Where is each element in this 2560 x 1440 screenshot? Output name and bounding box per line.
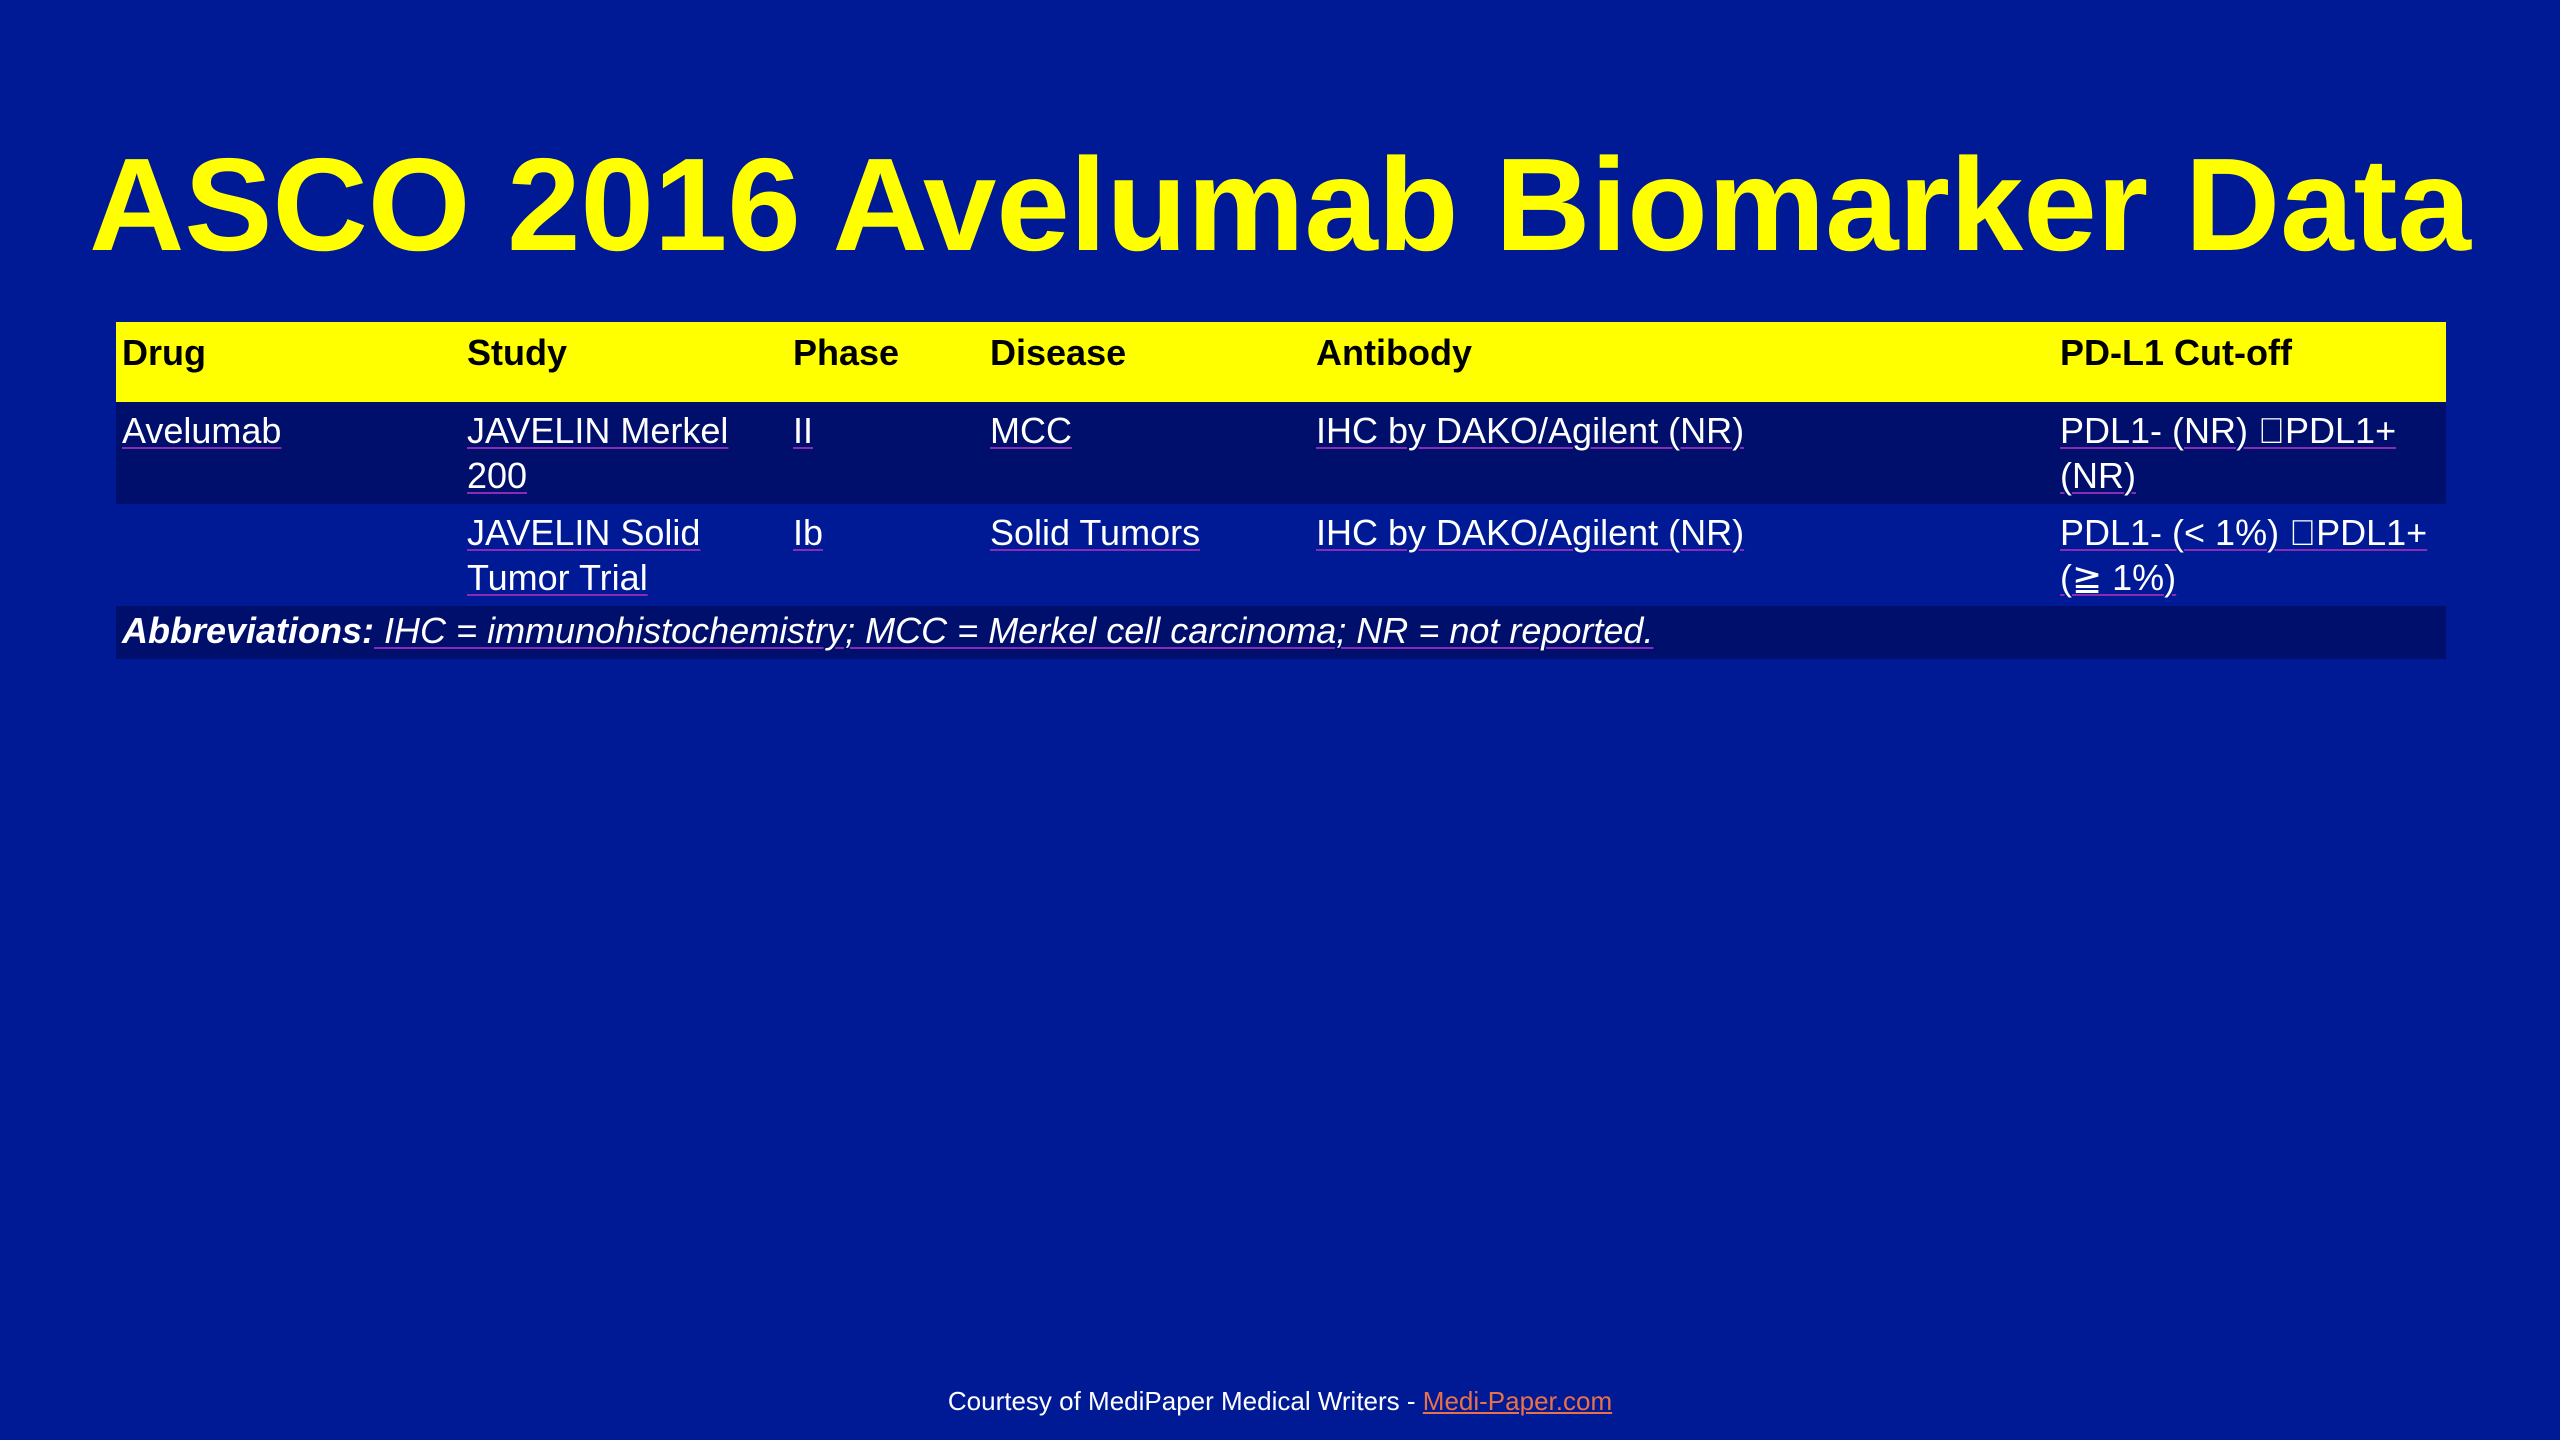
cell-text: JAVELIN Merkel 200	[467, 410, 729, 496]
table-row: JAVELIN Solid Tumor Trial Ib Solid Tumor…	[116, 504, 2446, 606]
cell-antibody: IHC by DAKO/Agilent (NR)	[1310, 504, 2054, 606]
cell-pdl1-cutoff: PDL1- (< 1%) PDL1+ (≧ 1%)	[2054, 504, 2446, 606]
cell-text: PDL1- (NR) PDL1+ (NR)	[2060, 410, 2396, 496]
cell-text: Ib	[793, 512, 824, 553]
cell-disease: Solid Tumors	[984, 504, 1310, 606]
table-row: Avelumab JAVELIN Merkel 200 II MCC IHC b…	[116, 402, 2446, 504]
table-header-row: Drug Study Phase Disease Antibody PD-L1 …	[116, 322, 2446, 402]
cell-text: Avelumab	[122, 410, 282, 451]
cell-text: PDL1- (< 1%) PDL1+ (≧ 1%)	[2060, 512, 2427, 598]
cell-text: MCC	[990, 410, 1072, 451]
cell-antibody: IHC by DAKO/Agilent (NR)	[1310, 402, 2054, 504]
header-phase: Phase	[787, 322, 984, 402]
cell-phase: Ib	[787, 504, 984, 606]
abbreviations-cell: Abbreviations: IHC = immunohistochemistr…	[116, 606, 2446, 659]
cell-drug	[116, 504, 461, 606]
cell-text: IHC by DAKO/Agilent (NR)	[1316, 410, 1745, 451]
cell-text: Solid Tumors	[990, 512, 1201, 553]
header-disease: Disease	[984, 322, 1310, 402]
header-pdl1-cutoff: PD-L1 Cut-off	[2054, 322, 2446, 402]
cell-phase: II	[787, 402, 984, 504]
footer-link[interactable]: Medi-Paper.com	[1423, 1386, 1612, 1416]
slide: ASCO 2016 Avelumab Biomarker Data Drug S…	[0, 0, 2560, 1440]
biomarker-table: Drug Study Phase Disease Antibody PD-L1 …	[116, 322, 2446, 659]
header-study: Study	[461, 322, 787, 402]
cell-text: II	[793, 410, 814, 451]
abbreviations-label: Abbreviations:	[122, 610, 375, 651]
abbreviations-row: Abbreviations: IHC = immunohistochemistr…	[116, 606, 2446, 659]
cell-text: IHC by DAKO/Agilent (NR)	[1316, 512, 1745, 553]
cell-drug: Avelumab	[116, 402, 461, 504]
abbreviations-text: IHC = immunohistochemistry; MCC = Merkel…	[374, 610, 1654, 651]
cell-disease: MCC	[984, 402, 1310, 504]
slide-title: ASCO 2016 Avelumab Biomarker Data	[89, 131, 2471, 278]
header-drug: Drug	[116, 322, 461, 402]
cell-text: JAVELIN Solid Tumor Trial	[467, 512, 701, 598]
cell-pdl1-cutoff: PDL1- (NR) PDL1+ (NR)	[2054, 402, 2446, 504]
cell-study: JAVELIN Solid Tumor Trial	[461, 504, 787, 606]
header-antibody: Antibody	[1310, 322, 2054, 402]
cell-study: JAVELIN Merkel 200	[461, 402, 787, 504]
footer: Courtesy of MediPaper Medical Writers - …	[0, 1385, 2560, 1417]
footer-text: Courtesy of MediPaper Medical Writers -	[947, 1386, 1423, 1416]
